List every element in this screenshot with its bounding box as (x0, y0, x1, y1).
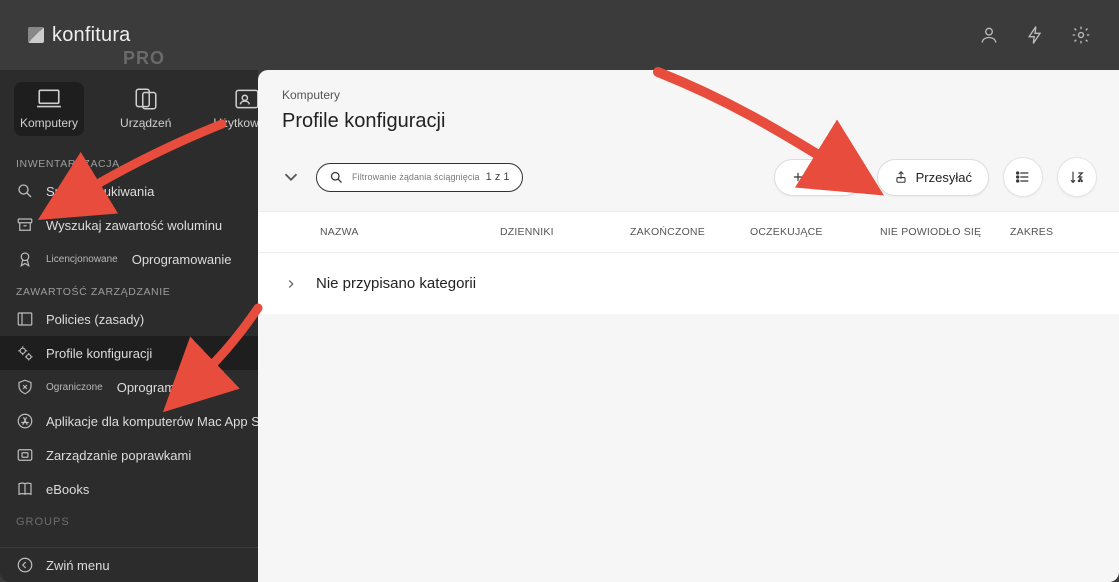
sidebar-item-patch-management[interactable]: Zarządzanie poprawkami (0, 438, 258, 472)
sort-button[interactable] (1057, 157, 1097, 197)
col-name[interactable]: NAZWA (320, 226, 500, 238)
brand: konfitura PRO (28, 24, 131, 47)
section-header-content: ZAWARTOŚĆ ZARZĄDZANIE (0, 276, 258, 302)
topbar: konfitura PRO (0, 0, 1119, 70)
sidebar-item-mac-app-store[interactable]: Aplikacje dla komputerów Mac App Store (0, 404, 258, 438)
collapse-menu[interactable]: Zwiń menu (0, 548, 258, 582)
sort-az-icon (1069, 169, 1085, 185)
upload-button-label: Przesyłać (916, 170, 972, 185)
nav-tab-devices[interactable]: Urządzeń (114, 82, 177, 136)
sidebar-item-policies[interactable]: Policies (zasady) (0, 302, 258, 336)
sidebar-item-licensed-software[interactable]: Licencjonowane Oprogramowanie (0, 242, 258, 276)
breadcrumb: Komputery (282, 88, 1095, 102)
nav-tabs: Komputery Urządzeń Użytkownicy (0, 76, 258, 148)
laptop-icon (36, 88, 62, 110)
panel-icon (16, 310, 34, 328)
devices-icon (133, 88, 159, 110)
archive-icon (16, 216, 34, 234)
gear-icon[interactable] (1071, 25, 1091, 45)
section-header-inventory: INWENTARYZACJA (0, 148, 258, 174)
chevron-down-icon[interactable] (280, 166, 302, 188)
upload-button[interactable]: Przesyłać (877, 159, 989, 196)
sidebar-item-prefix: Licencjonowane (46, 254, 118, 265)
col-pending[interactable]: OCZEKUJĄCE (750, 226, 880, 238)
gears-icon (16, 344, 34, 362)
sidebar-item-label: Oprogramowanie (117, 380, 217, 395)
sidebar-item-label: eBooks (46, 482, 89, 497)
filter-placeholder: Filtrowanie żądania ściągnięcia (352, 172, 480, 182)
brand-logo-icon (28, 27, 44, 43)
toolbar: Filtrowanie żądania ściągnięcia 1 z 1 No… (258, 149, 1119, 211)
plus-icon (791, 170, 805, 184)
sidebar-item-profiles[interactable]: Profile konfiguracji (0, 336, 258, 370)
topbar-icons (979, 25, 1091, 45)
filter-search[interactable]: Filtrowanie żądania ściągnięcia 1 z 1 (316, 163, 523, 192)
category-group-row[interactable]: Nie przypisano kategorii (258, 253, 1119, 314)
book-icon (16, 480, 34, 498)
main-panel: Komputery Profile konfiguracji Filtrowan… (258, 70, 1119, 582)
search-icon (16, 182, 34, 200)
sidebar-item-label: Policies (zasady) (46, 312, 144, 327)
brand-suffix: PRO (123, 48, 165, 69)
bolt-icon[interactable] (1025, 25, 1045, 45)
nav-tab-label: Urządzeń (120, 116, 171, 130)
appstore-icon (16, 412, 34, 430)
user-icon[interactable] (979, 25, 999, 45)
filter-count: 1 z 1 (486, 171, 510, 183)
page-title: Profile konfiguracji (282, 110, 1095, 133)
sidebar-item-label: Wyszukaj zawartość woluminu (46, 218, 222, 233)
shield-x-icon (16, 378, 34, 396)
chevron-right-icon (284, 277, 298, 291)
new-button-label: Nowy (813, 170, 846, 185)
list-icon (1015, 169, 1031, 185)
list-view-button[interactable] (1003, 157, 1043, 197)
collapse-icon (16, 556, 34, 574)
brand-name: konfitura (52, 24, 131, 47)
sidebar-item-label: Zarządzanie poprawkami (46, 448, 191, 463)
sidebar-item-ebooks[interactable]: eBooks (0, 472, 258, 506)
users-icon (234, 88, 260, 110)
sidebar-item-search-inventory[interactable]: Spis wyszukiwania (0, 174, 258, 208)
table-header: NAZWA DZIENNIKI ZAKOŃCZONE OCZEKUJĄCE NI… (258, 211, 1119, 253)
badge-icon (16, 250, 34, 268)
sidebar-item-label: Oprogramowanie (132, 252, 232, 267)
new-button[interactable]: Nowy (774, 159, 863, 196)
col-completed[interactable]: ZAKOŃCZONE (630, 226, 750, 238)
col-failed[interactable]: NIE POWIODŁO SIĘ (880, 226, 1010, 238)
search-icon (329, 170, 344, 185)
nav-tab-label: Komputery (20, 116, 78, 130)
sidebar-item-volume-search[interactable]: Wyszukaj zawartość woluminu (0, 208, 258, 242)
main-header: Komputery Profile konfiguracji (258, 70, 1119, 149)
section-header-groups: GROUPS (0, 506, 258, 530)
col-scope[interactable]: ZAKRES (1010, 226, 1100, 238)
sidebar-item-label: Spis wyszukiwania (46, 184, 154, 199)
collapse-label: Zwiń menu (46, 558, 110, 573)
patch-icon (16, 446, 34, 464)
group-name: Nie przypisano kategorii (316, 275, 476, 292)
sidebar: Komputery Urządzeń Użytkownicy INWENTARY… (0, 70, 258, 582)
col-logs[interactable]: DZIENNIKI (500, 226, 630, 238)
sidebar-item-restricted-software[interactable]: Ograniczone Oprogramowanie (0, 370, 258, 404)
sidebar-item-label: Profile konfiguracji (46, 346, 152, 361)
sidebar-item-prefix: Ograniczone (46, 382, 103, 393)
sidebar-item-label: Aplikacje dla komputerów Mac App Store (46, 414, 258, 429)
upload-icon (894, 170, 908, 184)
nav-tab-computers[interactable]: Komputery (14, 82, 84, 136)
